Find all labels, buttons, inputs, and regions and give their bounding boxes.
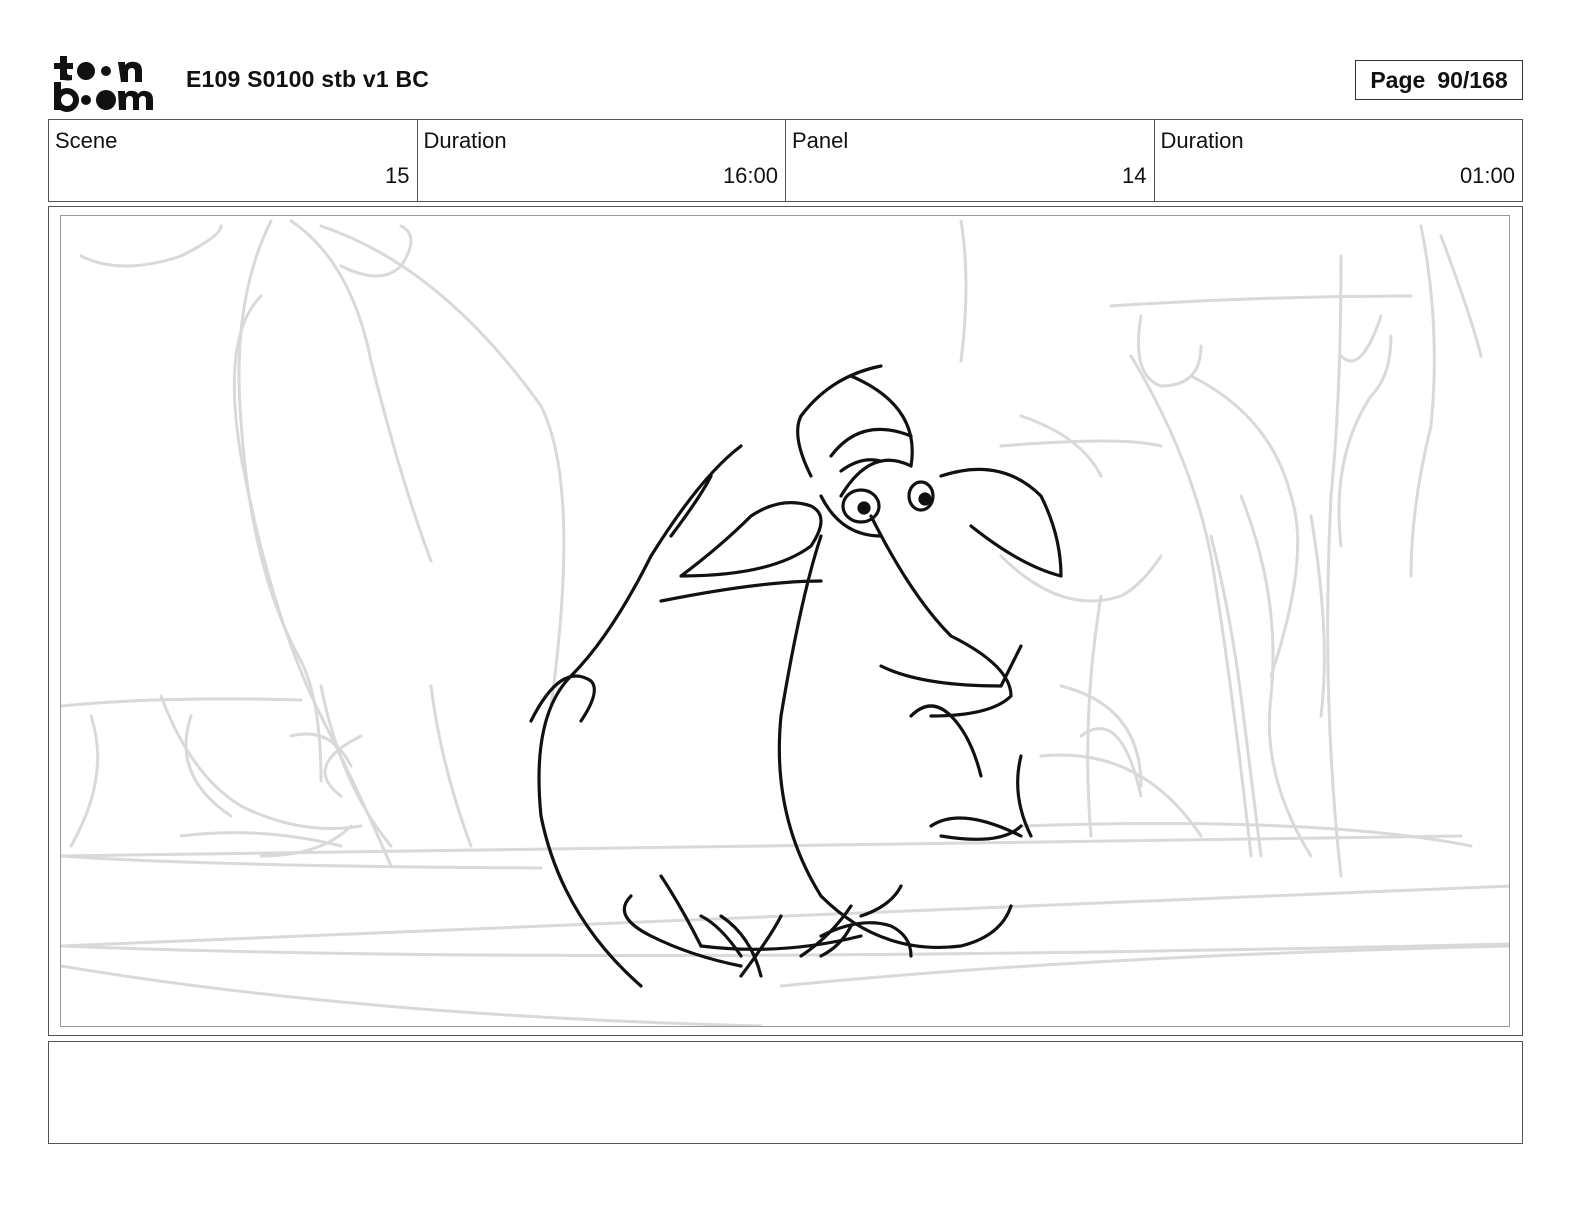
sheep-character <box>529 364 1063 988</box>
scene-cell: Scene 15 <box>49 120 418 201</box>
panel-duration-cell: Duration 01:00 <box>1155 120 1523 201</box>
panel-sketch <box>61 219 1509 1026</box>
panel-duration-label: Duration <box>1160 128 1244 153</box>
background-sketch <box>61 219 1509 1026</box>
panel-drawing-area <box>60 215 1510 1027</box>
storyboard-panel <box>48 206 1523 1036</box>
scene-duration-value: 16:00 <box>722 163 778 188</box>
page-number: 90/168 <box>1437 66 1508 93</box>
scene-duration-cell: Duration 16:00 <box>418 120 786 201</box>
scene-label: Scene <box>55 128 118 153</box>
panel-cell: Panel 14 <box>786 120 1155 201</box>
scene-value: 15 <box>385 163 410 188</box>
scene-info-table: Scene 15 Duration 16:00 Panel 14 Duratio… <box>48 119 1523 202</box>
document-title: E109 S0100 stb v1 BC <box>186 66 430 92</box>
page-indicator: Page 90/168 <box>1355 60 1523 100</box>
page-label: Page <box>1370 66 1426 93</box>
toon-boom-logo <box>54 56 153 112</box>
panel-value: 14 <box>1122 163 1147 188</box>
panel-duration-value: 01:00 <box>1459 163 1515 188</box>
panel-label: Panel <box>792 128 849 153</box>
panel-notes-box <box>48 1041 1523 1144</box>
scene-duration-label: Duration <box>423 128 507 153</box>
